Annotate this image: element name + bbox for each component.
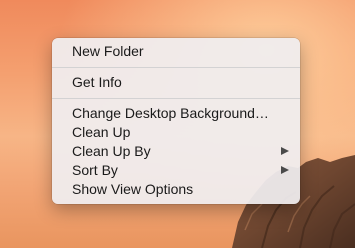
menu-item-label: Change Desktop Background… xyxy=(72,105,269,121)
menu-item-label: New Folder xyxy=(72,43,144,59)
submenu-arrow-icon xyxy=(281,147,289,155)
desktop-context-menu: New Folder Get Info Change Desktop Backg… xyxy=(52,38,300,204)
menu-item-label: Clean Up xyxy=(72,124,131,140)
menu-item-label: Sort By xyxy=(72,162,118,178)
menu-item-label: Clean Up By xyxy=(72,143,151,159)
menu-item-change-desktop-background[interactable]: Change Desktop Background… xyxy=(52,104,300,123)
menu-item-show-view-options[interactable]: Show View Options xyxy=(52,180,300,199)
submenu-arrow-icon xyxy=(281,166,289,174)
menu-separator xyxy=(52,98,300,99)
menu-item-label: Show View Options xyxy=(72,181,194,197)
menu-item-sort-by[interactable]: Sort By xyxy=(52,161,300,180)
menu-item-get-info[interactable]: Get Info xyxy=(52,73,300,92)
menu-separator xyxy=(52,67,300,68)
menu-item-label: Get Info xyxy=(72,74,122,90)
menu-item-clean-up[interactable]: Clean Up xyxy=(52,123,300,142)
menu-item-clean-up-by[interactable]: Clean Up By xyxy=(52,142,300,161)
menu-item-new-folder[interactable]: New Folder xyxy=(52,42,300,61)
